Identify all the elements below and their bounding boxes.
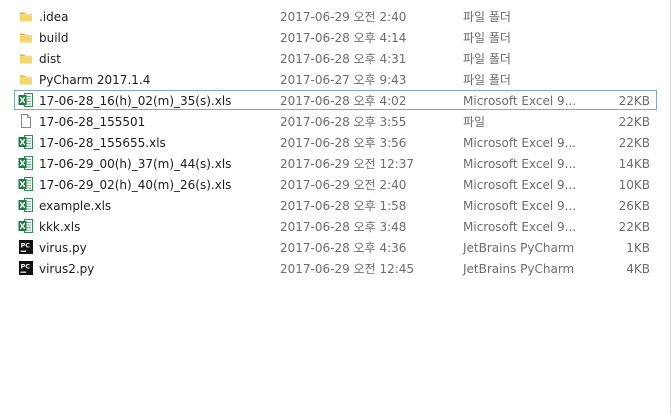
file-name: 17-06-28_155501: [39, 115, 146, 129]
file-date: 2017-06-29 오전 2:40: [280, 178, 407, 192]
svg-text:PC: PC: [21, 242, 31, 250]
file-type: 파일 폴더: [463, 52, 511, 66]
file-size: 22KB: [618, 115, 650, 129]
file-date: 2017-06-28 오후 3:56: [280, 136, 407, 150]
file-date: 2017-06-28 오후 4:02: [280, 94, 407, 108]
file-name: 17-06-29_02(h)_40(m)_26(s).xls: [39, 178, 232, 192]
file-name: 17-06-28_16(h)_02(m)_35(s).xls: [39, 94, 232, 108]
file-type: JetBrains PyCharm: [463, 241, 575, 255]
file-type: Microsoft Excel 9...: [463, 199, 577, 213]
folder-icon: [18, 71, 34, 87]
file-date: 2017-06-29 오전 12:37: [280, 157, 415, 171]
file-row[interactable]: PC virus.py 2017-06-28 오후 4:36 JetBrains…: [14, 237, 657, 257]
file-date: 2017-06-29 오전 2:40: [280, 10, 407, 24]
file-row[interactable]: example.xls 2017-06-28 오후 1:58 Microsoft…: [14, 195, 657, 215]
excel-icon: [18, 218, 34, 234]
file-date: 2017-06-28 오후 3:48: [280, 220, 407, 234]
file-row-dist[interactable]: dist 2017-06-28 오후 4:31 파일 폴더: [14, 48, 657, 68]
file-date: 2017-06-28 오후 3:55: [280, 115, 407, 129]
file-size: 1KB: [626, 241, 650, 255]
file-date: 2017-06-29 오전 12:45: [280, 262, 415, 276]
file-name: example.xls: [39, 199, 112, 213]
file-name: dist: [39, 52, 61, 66]
file-row-selected[interactable]: 17-06-28_16(h)_02(m)_35(s).xls 2017-06-2…: [14, 90, 657, 110]
file-name: 17-06-28_155655.xls: [39, 136, 166, 150]
file-row-build[interactable]: build 2017-06-28 오후 4:14 파일 폴더: [14, 27, 657, 47]
file-date: 2017-06-28 오후 1:58: [280, 199, 407, 213]
excel-icon: [18, 134, 34, 150]
file-size: 22KB: [618, 94, 650, 108]
file-list: .idea 2017-06-29 오전 2:40 파일 폴더 build 201…: [0, 0, 671, 414]
excel-icon: [18, 197, 34, 213]
file-icon: [18, 113, 34, 129]
file-type: JetBrains PyCharm: [463, 262, 575, 276]
excel-icon: [18, 176, 34, 192]
file-date: 2017-06-27 오후 9:43: [280, 73, 407, 87]
file-row[interactable]: 17-06-28_155501 2017-06-28 오후 3:55 파일 22…: [14, 111, 657, 131]
file-type: 파일: [463, 115, 486, 129]
folder-icon: [18, 29, 34, 45]
pycharm-icon: PC: [18, 239, 34, 255]
file-name: build: [39, 31, 69, 45]
file-name: .idea: [39, 10, 69, 24]
file-type: Microsoft Excel 9...: [463, 178, 577, 192]
file-size: 26KB: [618, 199, 650, 213]
file-type: 파일 폴더: [463, 73, 511, 87]
file-type: Microsoft Excel 9...: [463, 220, 577, 234]
file-name: kkk.xls: [39, 220, 81, 234]
file-row[interactable]: kkk.xls 2017-06-28 오후 3:48 Microsoft Exc…: [14, 216, 657, 236]
excel-icon: [18, 92, 34, 108]
file-name: 17-06-29_00(h)_37(m)_44(s).xls: [39, 157, 232, 171]
file-row-pycharm-folder[interactable]: PyCharm 2017.1.4 2017-06-27 오후 9:43 파일 폴…: [14, 69, 657, 89]
file-name: virus.py: [39, 241, 87, 255]
file-size: 4KB: [626, 262, 650, 276]
file-row[interactable]: 17-06-28_155655.xls 2017-06-28 오후 3:56 M…: [14, 132, 657, 152]
folder-icon: [18, 8, 34, 24]
file-row[interactable]: 17-06-29_00(h)_37(m)_44(s).xls 2017-06-2…: [14, 153, 657, 173]
file-date: 2017-06-28 오후 4:36: [280, 241, 407, 255]
excel-icon: [18, 155, 34, 171]
file-name: virus2.py: [39, 262, 95, 276]
folder-icon: [18, 50, 34, 66]
file-date: 2017-06-28 오후 4:31: [280, 52, 407, 66]
file-type: Microsoft Excel 9...: [463, 136, 577, 150]
file-row[interactable]: 17-06-29_02(h)_40(m)_26(s).xls 2017-06-2…: [14, 174, 657, 194]
file-size: 22KB: [618, 136, 650, 150]
file-row-idea[interactable]: .idea 2017-06-29 오전 2:40 파일 폴더: [14, 6, 657, 26]
file-type: Microsoft Excel 9...: [463, 157, 577, 171]
file-size: 10KB: [618, 178, 650, 192]
file-type: Microsoft Excel 9...: [463, 94, 577, 108]
file-date: 2017-06-28 오후 4:14: [280, 31, 407, 45]
file-type: 파일 폴더: [463, 31, 511, 45]
file-name: PyCharm 2017.1.4: [39, 73, 151, 87]
file-size: 22KB: [618, 220, 650, 234]
file-size: 14KB: [618, 157, 650, 171]
file-row[interactable]: PC virus2.py 2017-06-29 오전 12:45 JetBrai…: [14, 258, 657, 278]
file-type: 파일 폴더: [463, 10, 511, 24]
svg-text:PC: PC: [21, 263, 31, 271]
pycharm-icon: PC: [18, 260, 34, 276]
